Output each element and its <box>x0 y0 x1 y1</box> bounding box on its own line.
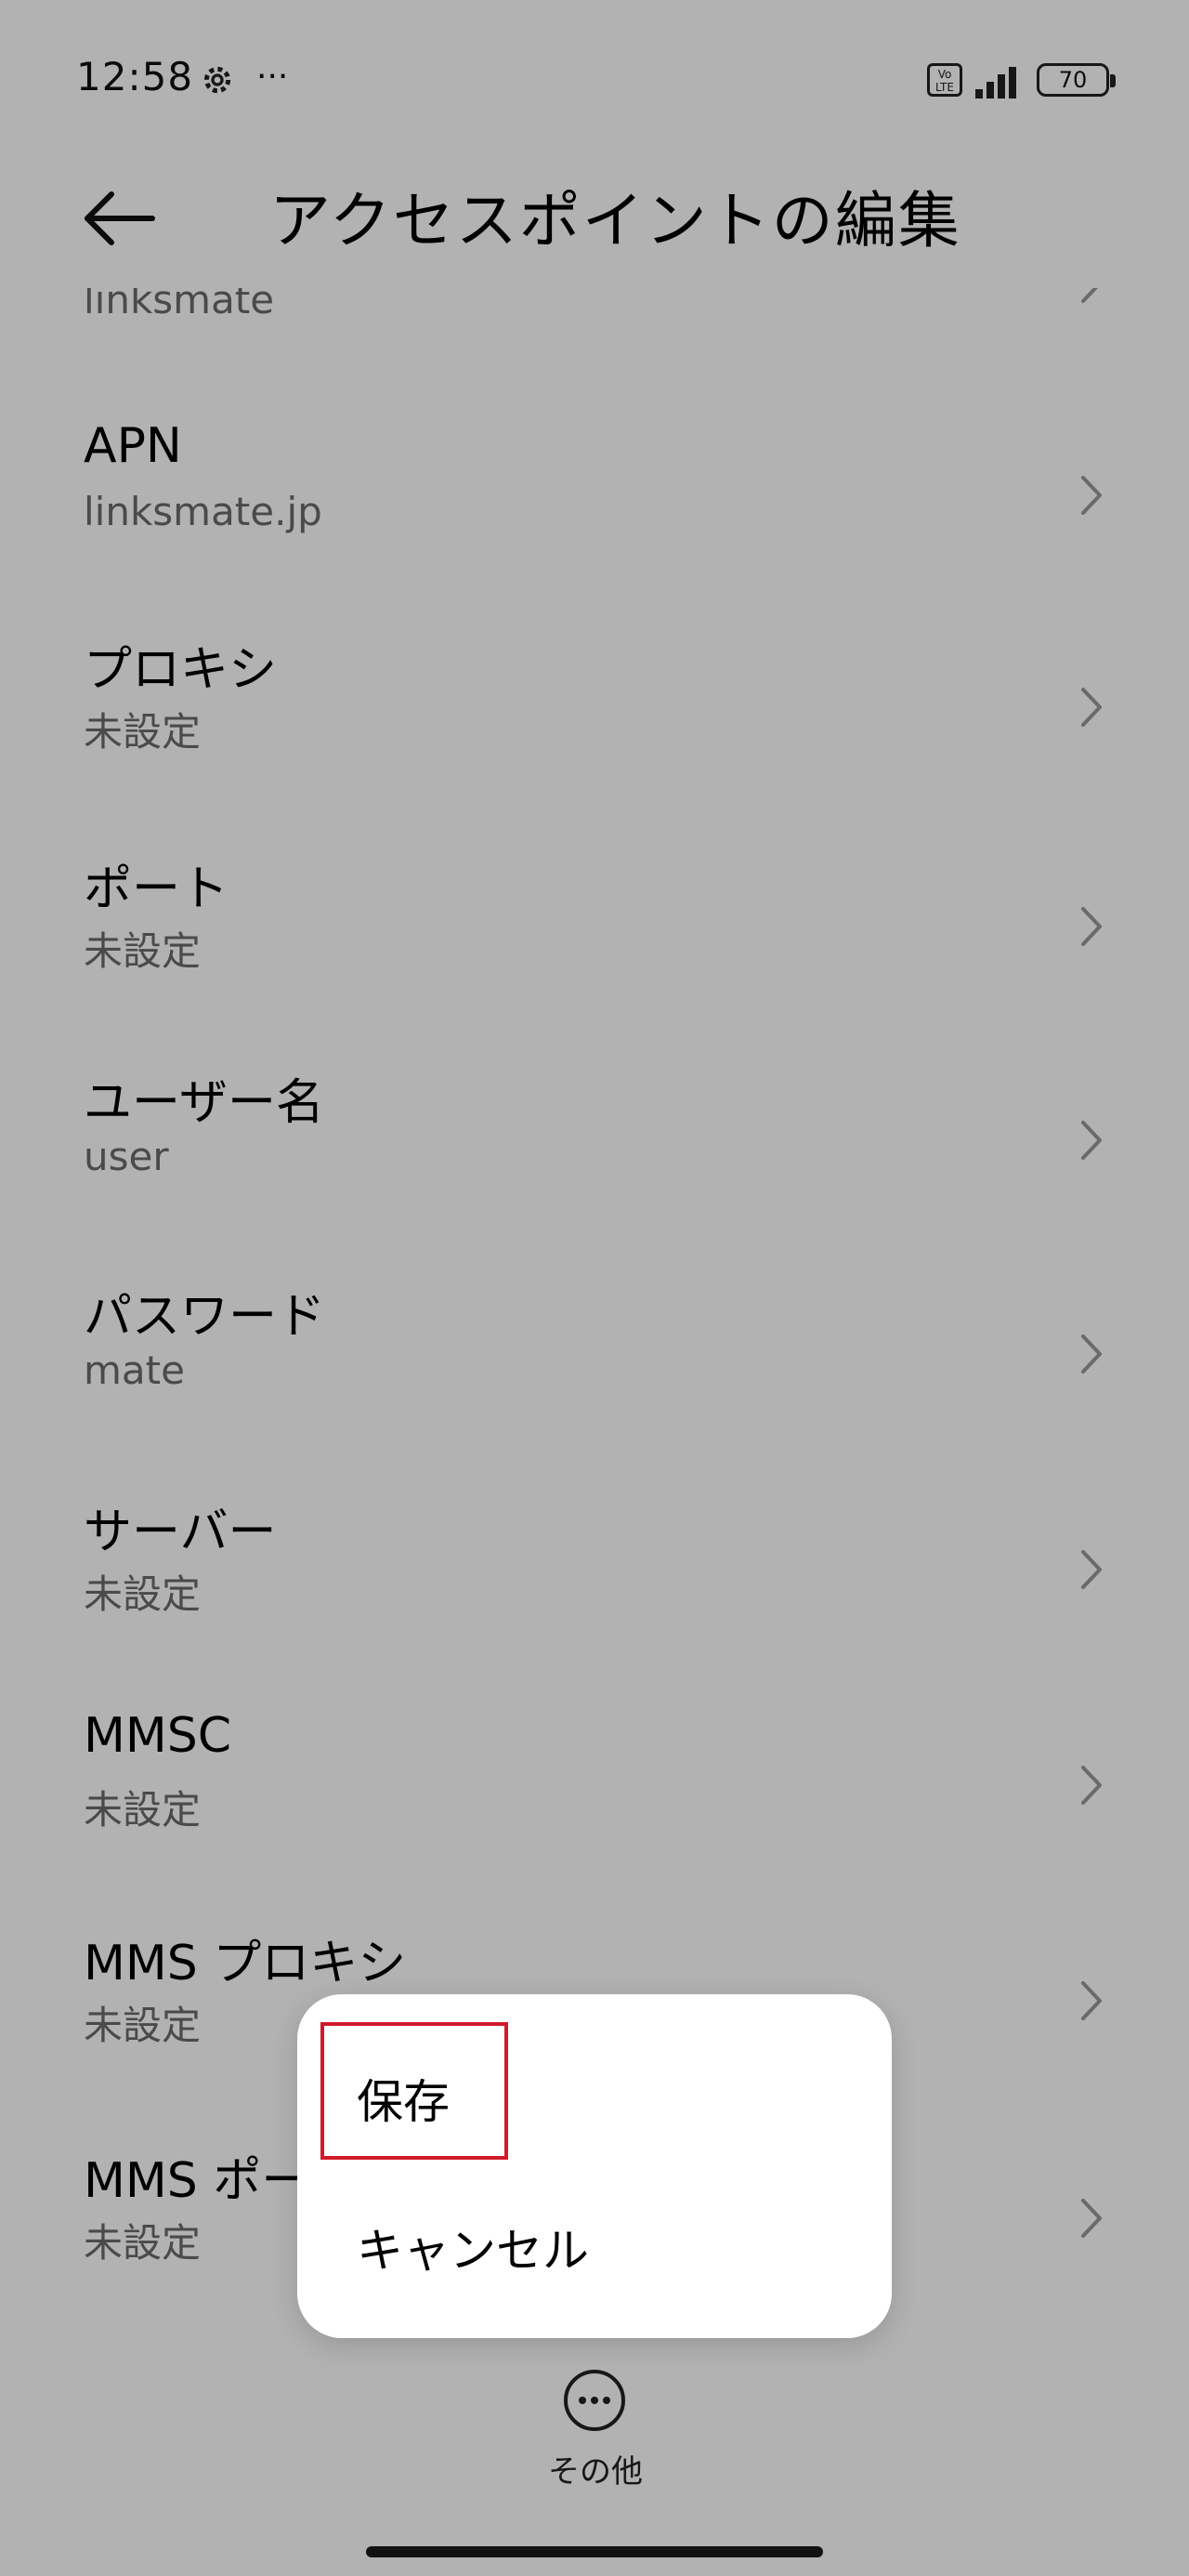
highlight-annotation <box>320 2022 508 2160</box>
cancel-menu-item[interactable]: キャンセル <box>357 2214 589 2280</box>
